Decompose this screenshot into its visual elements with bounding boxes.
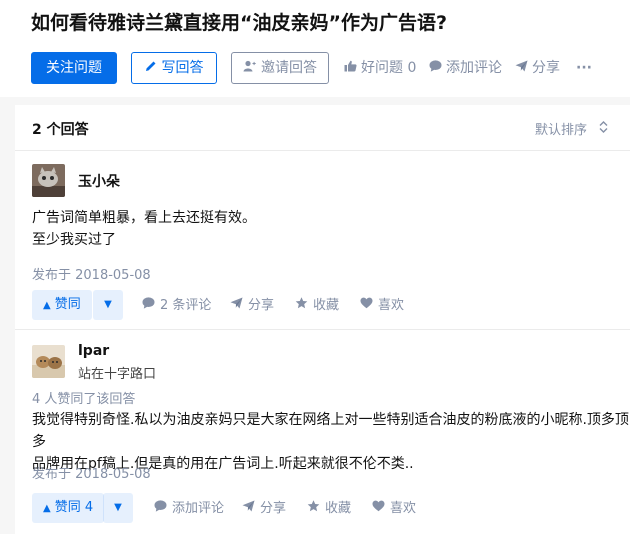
like-button[interactable]: 喜欢 (372, 493, 416, 523)
sort-selector[interactable]: 默认排序 (535, 119, 608, 138)
add-user-icon (243, 53, 256, 83)
collect-label: 收藏 (325, 501, 352, 516)
paper-plane-icon (230, 290, 243, 320)
question-title: 如何看待雅诗兰黛直接用“油皮亲妈”作为广告语? (31, 12, 447, 34)
follow-question-label: 关注问题 (46, 60, 102, 76)
write-answer-button[interactable]: 写回答 (131, 52, 217, 84)
sort-chevrons-icon (599, 121, 608, 136)
sort-label: 默认排序 (534, 123, 587, 138)
heart-icon (372, 493, 385, 523)
comment-label: 添加评论 (172, 501, 225, 516)
star-icon (307, 493, 320, 523)
answer-list-card: 2 个回答 默认排序 玉小朵 广告词简单粗暴，看上去还挺有效。 至少我买过了 发… (15, 105, 630, 534)
triangle-up-icon: ▲ (43, 300, 51, 311)
write-answer-label: 写回答 (161, 60, 204, 76)
share-label: 分享 (248, 298, 275, 313)
triangle-down-icon: ▼ (114, 502, 122, 513)
answer-action-bar: ▲ 赞同 4 ▼ 添加评论 分享 收藏 喜欢 (32, 493, 622, 523)
paper-plane-icon (515, 52, 528, 84)
paper-plane-icon (242, 493, 255, 523)
invite-answer-button[interactable]: 邀请回答 (231, 52, 329, 84)
author-name[interactable]: 玉小朵 (78, 171, 120, 191)
vote-up-button[interactable]: ▲ 赞同 (32, 290, 92, 320)
author-bio: 站在十字路口 (78, 367, 157, 382)
answer-content-line: 我觉得特别奇怪.私以为油皮亲妈只是大家在网络上对一些特别适合油皮的粉底液的小昵称… (32, 412, 629, 450)
thumb-up-icon (344, 52, 357, 84)
answer-content-line: 广告词简单粗暴，看上去还挺有效。 (32, 210, 256, 226)
comment-bubble-icon (142, 290, 155, 320)
author-name[interactable]: lpar (78, 343, 109, 359)
question-header: 如何看待雅诗兰黛直接用“油皮亲妈”作为广告语? 关注问题 写回答 邀请回答 好问… (0, 0, 630, 97)
good-question-label: 好问题 0 (361, 60, 417, 76)
star-icon (295, 290, 308, 320)
voters-summary[interactable]: 4 人赞同了该回答 (32, 388, 135, 407)
more-icon: ··· (576, 60, 592, 76)
answer-item: lpar 站在十字路口 4 人赞同了该回答 我觉得特别奇怪.私以为油皮亲妈只是大… (15, 331, 630, 534)
publish-date[interactable]: 发布于 2018-05-08 (32, 463, 151, 482)
share-button[interactable]: 分享 (242, 493, 286, 523)
question-add-comment-button[interactable]: 添加评论 (429, 52, 502, 84)
like-button[interactable]: 喜欢 (360, 290, 404, 320)
triangle-up-icon: ▲ (43, 503, 51, 514)
share-button[interactable]: 分享 (230, 290, 274, 320)
triangle-down-icon: ▼ (104, 299, 112, 310)
vote-up-label: 赞同 4 (54, 500, 94, 515)
heart-icon (360, 290, 373, 320)
comment-bubble-icon (429, 52, 442, 84)
publish-date[interactable]: 发布于 2018-05-08 (32, 264, 151, 283)
question-share-label: 分享 (532, 60, 560, 76)
vote-down-button[interactable]: ▼ (103, 493, 133, 523)
answer-content-line: 至少我买过了 (32, 232, 116, 248)
more-menu-button[interactable]: ··· (576, 52, 592, 84)
answer-list-header: 2 个回答 默认排序 (15, 105, 630, 151)
avatar[interactable] (32, 345, 65, 378)
share-label: 分享 (260, 501, 287, 516)
answer-action-bar: ▲ 赞同 ▼ 2 条评论 分享 收藏 喜欢 (32, 290, 622, 320)
comment-button[interactable]: 添加评论 (154, 493, 224, 523)
like-label: 喜欢 (390, 501, 417, 516)
collect-button[interactable]: 收藏 (307, 493, 351, 523)
vote-up-button[interactable]: ▲ 赞同 4 (32, 493, 105, 523)
collect-button[interactable]: 收藏 (295, 290, 339, 320)
comment-button[interactable]: 2 条评论 (142, 290, 211, 320)
vote-down-button[interactable]: ▼ (93, 290, 123, 320)
question-actions: 关注问题 写回答 邀请回答 好问题 0 添加评论 分享 ··· (31, 52, 630, 84)
comment-label: 2 条评论 (160, 298, 212, 313)
answer-count: 2 个回答 (32, 122, 89, 138)
like-label: 喜欢 (378, 298, 405, 313)
pencil-icon (145, 53, 157, 83)
question-add-comment-label: 添加评论 (446, 60, 502, 76)
comment-bubble-icon (154, 493, 167, 523)
collect-label: 收藏 (313, 298, 340, 313)
avatar[interactable] (32, 164, 65, 197)
question-share-button[interactable]: 分享 (515, 52, 560, 84)
follow-question-button[interactable]: 关注问题 (31, 52, 117, 84)
invite-answer-label: 邀请回答 (261, 60, 317, 76)
vote-up-label: 赞同 (54, 297, 81, 312)
answer-content: 广告词简单粗暴，看上去还挺有效。 至少我买过了 (32, 207, 256, 251)
answer-item: 玉小朵 广告词简单粗暴，看上去还挺有效。 至少我买过了 发布于 2018-05-… (15, 152, 630, 330)
good-question-button[interactable]: 好问题 0 (344, 52, 416, 84)
